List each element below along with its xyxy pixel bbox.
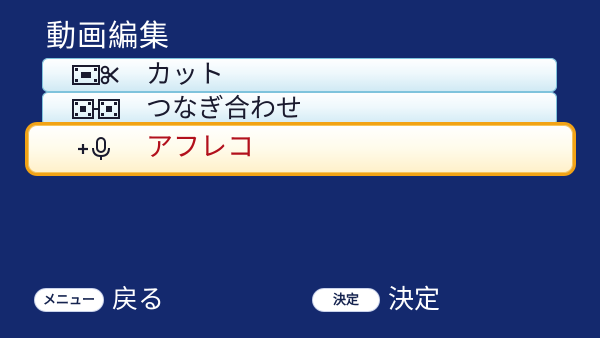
menu-item-dubbing[interactable]: アフレコ: [28, 125, 573, 173]
menu-item-cut[interactable]: カット: [42, 58, 557, 92]
join-film-icon: [72, 97, 120, 121]
menu-key-badge[interactable]: メニュー: [34, 288, 104, 312]
menu-item-label: アフレコ: [146, 132, 254, 163]
confirm-key-badge[interactable]: 決定: [312, 288, 380, 312]
cut-scissors-icon: [72, 63, 120, 87]
add-microphone-icon: [74, 137, 122, 161]
menu-item-label: つなぎ合わせ: [146, 94, 303, 124]
back-label: 戻る: [112, 285, 165, 315]
confirm-label: 決定: [388, 285, 441, 315]
menu-item-label: カット: [146, 60, 225, 90]
menu-item-join[interactable]: つなぎ合わせ: [42, 92, 557, 126]
